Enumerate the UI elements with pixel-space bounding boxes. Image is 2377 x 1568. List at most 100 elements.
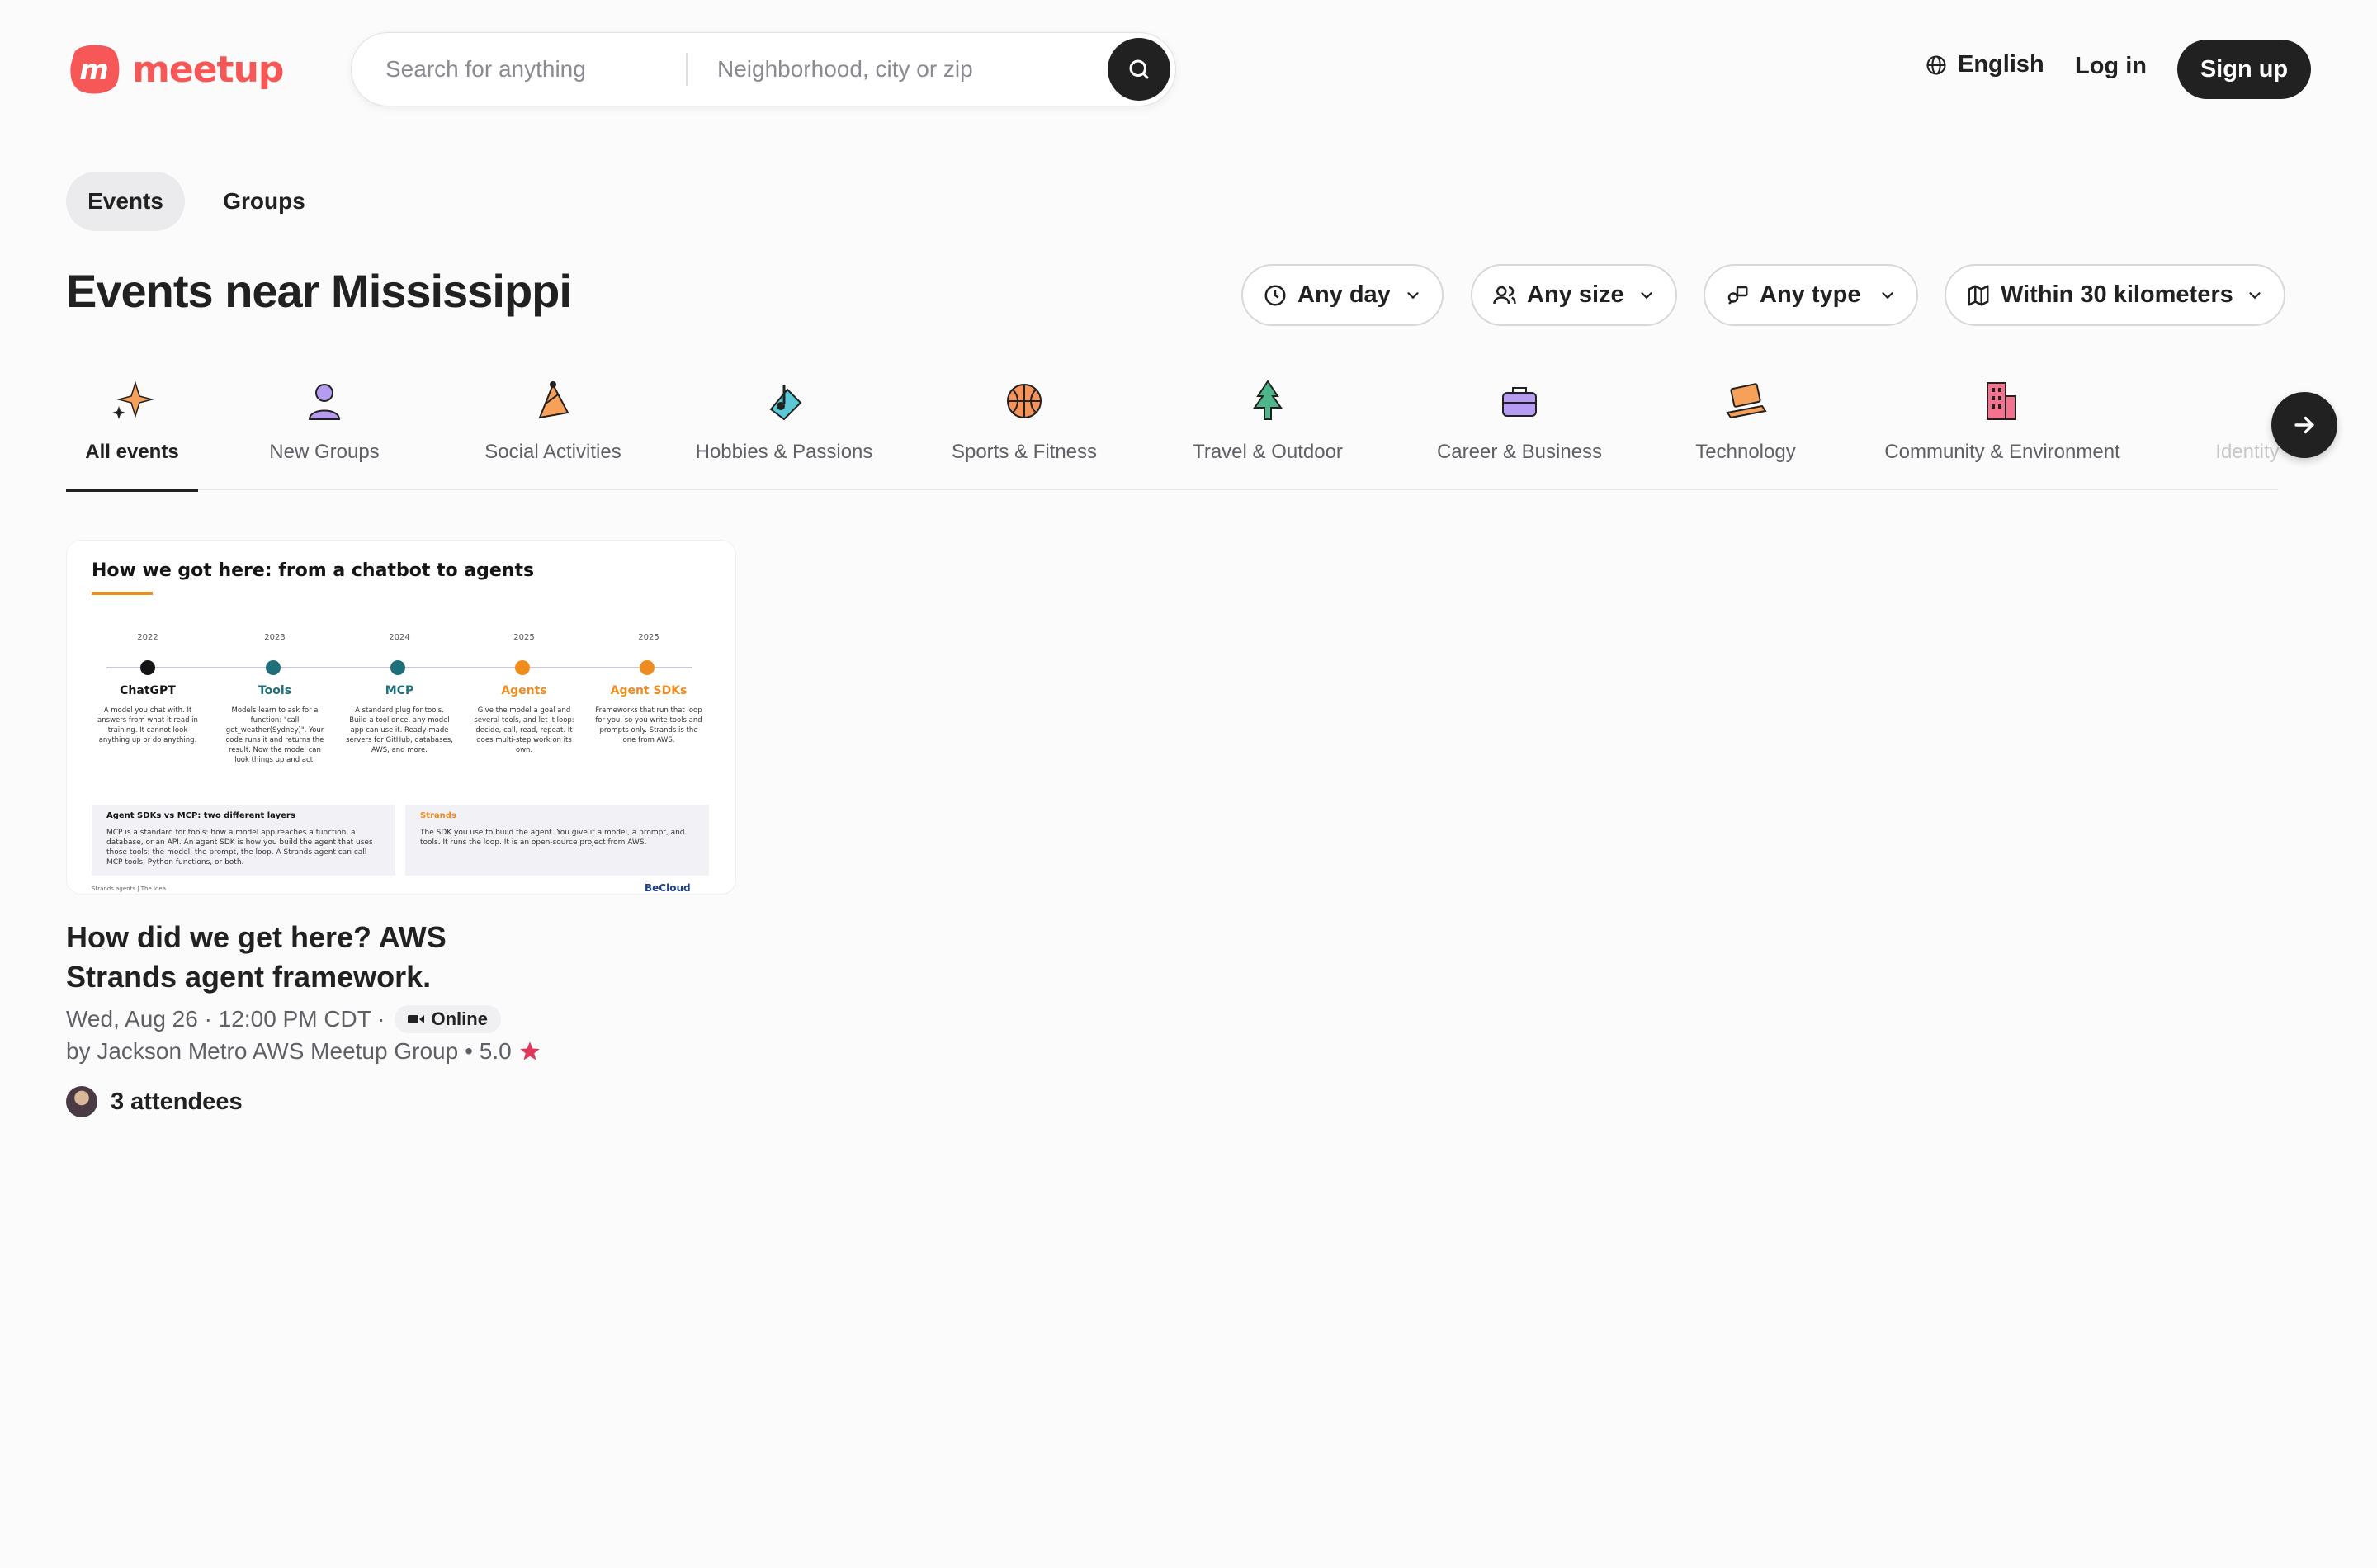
event-attendees: 3 attendees: [66, 1086, 736, 1117]
filter-day[interactable]: Any day: [1241, 264, 1444, 326]
basketball-icon: [1007, 384, 1042, 418]
search-input[interactable]: [352, 33, 686, 106]
slide-box-left: Agent SDKs vs MCP: two different layers …: [92, 805, 395, 876]
online-label: Online: [431, 1008, 488, 1029]
filter-size-label: Any size: [1527, 281, 1624, 308]
category-career-business[interactable]: Career & Business: [1433, 370, 1606, 490]
timeline-year: 2025: [513, 633, 535, 642]
timeline-name: Agents: [501, 684, 547, 697]
slide-footer-logo: BeCloud: [645, 882, 691, 894]
tree-icon: [1253, 380, 1283, 420]
filter-type-label: Any type: [1760, 281, 1861, 308]
page-title: Events near Mississippi: [66, 265, 572, 317]
svg-text:m: m: [79, 54, 108, 87]
search-button[interactable]: [1108, 38, 1170, 101]
box-text: MCP is a standard for tools: how a model…: [106, 829, 373, 867]
tab-groups[interactable]: Groups: [211, 172, 317, 231]
arrow-right-icon: [2294, 416, 2314, 434]
event-meta: Wed, Aug 26 · 12:00 PM CDT · Online: [66, 1005, 736, 1033]
event-title[interactable]: How did we get here? AWS Strands agent f…: [66, 918, 479, 997]
party-hat-icon: [538, 381, 569, 419]
clock-icon: [1264, 285, 1286, 305]
event-card[interactable]: How we got here: from a chatbot to agent…: [66, 540, 736, 1117]
language-label: English: [1958, 51, 2044, 78]
timeline-name: Tools: [258, 684, 292, 697]
thumbnail-slide: How we got here: from a chatbot to agent…: [67, 541, 735, 894]
slide-footer: Strands agents | The idea: [92, 886, 167, 892]
timeline-dot: [390, 660, 405, 675]
category-new-groups[interactable]: New Groups: [262, 370, 386, 490]
filter-type[interactable]: Any type: [1704, 264, 1918, 326]
music-note-icon: [769, 385, 802, 421]
category-travel-outdoor[interactable]: Travel & Outdoor: [1185, 370, 1350, 490]
slide-box-right: Strands The SDK you use to build the age…: [405, 805, 709, 876]
timeline-dot: [266, 660, 281, 675]
category-tabs: All events New Groups Social Activities …: [66, 370, 2280, 492]
event-rating: • 5.0: [465, 1038, 512, 1064]
timeline-dot: [515, 660, 530, 675]
box-heading: Agent SDKs vs MCP: two different layers: [106, 811, 295, 820]
timeline-desc: A standard plug for tools. Build a tool …: [346, 706, 453, 754]
chevron-down-icon: [1641, 291, 1652, 299]
event-datetime: Wed, Aug 26 · 12:00 PM CDT ·: [66, 1006, 385, 1032]
meetup-logo-icon: m: [70, 45, 120, 94]
identity-icon: [2223, 376, 2272, 426]
category-community-environment[interactable]: Community & Environment: [1878, 370, 2126, 490]
category-all-events[interactable]: All events: [66, 370, 198, 492]
globe-icon: [1926, 54, 1946, 75]
category-technology[interactable]: Technology: [1684, 370, 1808, 490]
language-selector[interactable]: English: [1925, 51, 2044, 78]
tab-events[interactable]: Events: [66, 172, 185, 231]
timeline-desc: Give the model a goal and several tools,…: [474, 706, 574, 754]
timeline-name: MCP: [385, 684, 414, 697]
timeline-desc: Models learn to ask for a function: "cal…: [225, 706, 324, 764]
location-input[interactable]: [688, 33, 1075, 106]
event-type-icon: [1727, 286, 1748, 305]
timeline-year: 2024: [389, 633, 410, 642]
category-social-activities[interactable]: Social Activities: [462, 370, 644, 490]
star-icon: [520, 1041, 540, 1060]
chevron-down-icon: [1882, 291, 1893, 299]
meetup-logo[interactable]: m meetup: [66, 41, 284, 97]
filter-size[interactable]: Any size: [1471, 264, 1677, 326]
timeline-desc: Frameworks that run that loop for you, s…: [595, 706, 702, 744]
timeline-name: ChatGPT: [120, 684, 176, 697]
category-hobbies-passions[interactable]: Hobbies & Passions: [693, 370, 875, 490]
people-icon: [1493, 286, 1516, 304]
video-camera-icon: [408, 1015, 425, 1023]
categories-next-button[interactable]: [2271, 392, 2337, 458]
timeline-desc: A model you chat with. It answers from w…: [97, 706, 198, 744]
timeline-year: 2025: [638, 633, 659, 642]
login-link[interactable]: Log in: [2075, 53, 2147, 80]
search-bar: [351, 32, 1176, 106]
slide-underline: [92, 592, 153, 595]
category-sports-fitness[interactable]: Sports & Fitness: [946, 370, 1103, 490]
slide-title: How we got here: from a chatbot to agent…: [92, 560, 535, 581]
event-group-name: by Jackson Metro AWS Meetup Group: [66, 1038, 459, 1064]
top-header: m meetup English Log in Sign up: [0, 0, 2377, 137]
avatar: [66, 1086, 97, 1117]
filter-distance-label: Within 30 kilometers: [2001, 281, 2233, 308]
chevron-down-icon: [2249, 291, 2261, 299]
signup-button[interactable]: Sign up: [2177, 40, 2311, 99]
sparkles-icon: [112, 380, 154, 419]
timeline-dot: [140, 660, 155, 675]
event-group-line: by Jackson Metro AWS Meetup Group • 5.0: [66, 1038, 736, 1065]
search-icon: [1129, 59, 1149, 79]
event-thumbnail[interactable]: How we got here: from a chatbot to agent…: [66, 540, 736, 895]
timeline-dot: [640, 660, 655, 675]
timeline-year: 2023: [264, 633, 286, 642]
person-icon: [308, 384, 341, 420]
chevron-down-icon: [1407, 291, 1419, 299]
timeline-year: 2022: [137, 633, 158, 642]
attendee-count: 3 attendees: [111, 1088, 243, 1115]
buildings-icon: [1987, 382, 2016, 420]
laptop-icon: [1726, 383, 1767, 419]
box-heading: Strands: [420, 811, 456, 820]
briefcase-icon: [1502, 387, 1537, 417]
meetup-wordmark: meetup: [132, 48, 284, 91]
map-icon: [1968, 285, 1989, 305]
filter-distance[interactable]: Within 30 kilometers: [1945, 264, 2285, 326]
online-badge: Online: [395, 1005, 501, 1033]
filter-day-label: Any day: [1297, 281, 1391, 308]
